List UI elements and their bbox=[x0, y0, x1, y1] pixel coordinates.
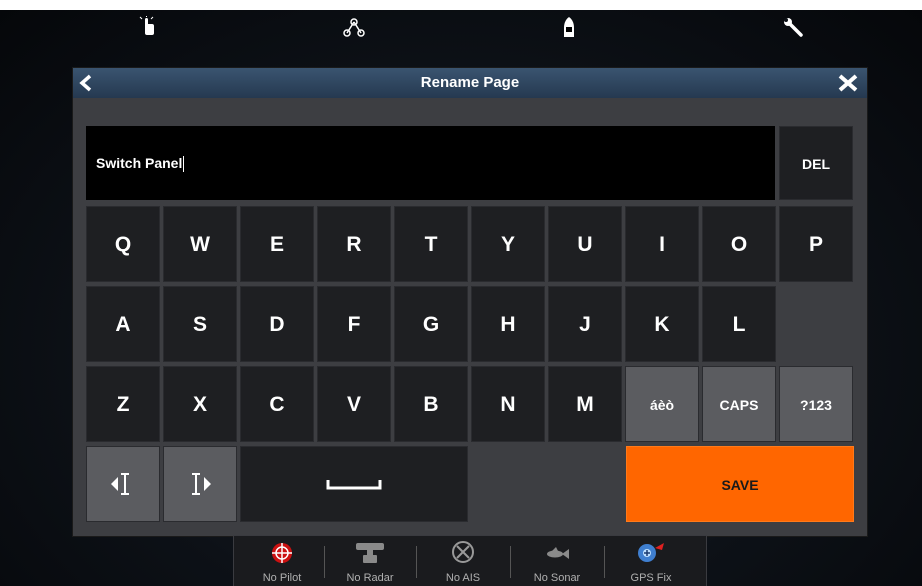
cursor-left-key[interactable] bbox=[86, 446, 160, 522]
dialog-titlebar: Rename Page bbox=[73, 68, 867, 98]
close-icon[interactable] bbox=[837, 73, 859, 93]
back-arrow-icon[interactable] bbox=[77, 73, 97, 93]
key-p[interactable]: P bbox=[779, 206, 853, 282]
key-j[interactable]: J bbox=[548, 286, 622, 362]
dialog-title: Rename Page bbox=[420, 74, 520, 91]
sonar-fish-icon bbox=[547, 547, 569, 559]
rename-page-dialog: Rename Page Switch Panel DEL áèò CAPS ?1… bbox=[72, 67, 868, 537]
caps-key[interactable]: CAPS bbox=[702, 366, 776, 442]
divider bbox=[416, 546, 417, 578]
save-button[interactable]: SAVE bbox=[626, 446, 854, 522]
status-no-sonar[interactable]: No Sonar bbox=[517, 536, 597, 586]
key-s[interactable]: S bbox=[163, 286, 237, 362]
pilot-icon bbox=[272, 543, 292, 563]
ais-icon bbox=[452, 541, 474, 563]
key-r[interactable]: R bbox=[317, 206, 391, 282]
status-label: No Radar bbox=[346, 572, 394, 584]
divider bbox=[324, 546, 325, 578]
space-bar-icon bbox=[326, 480, 382, 490]
divider bbox=[604, 546, 605, 578]
status-no-ais[interactable]: No AIS bbox=[423, 536, 503, 586]
space-key[interactable] bbox=[240, 446, 468, 522]
symbols-key[interactable]: ?123 bbox=[779, 366, 853, 442]
key-x[interactable]: X bbox=[163, 366, 237, 442]
key-l[interactable]: L bbox=[702, 286, 776, 362]
cursor-right-key[interactable] bbox=[163, 446, 237, 522]
status-bar: No Pilot No Radar No AIS No Sonar GPS Fi… bbox=[233, 535, 707, 586]
status-gps-fix[interactable]: GPS Fix bbox=[611, 536, 691, 586]
key-d[interactable]: D bbox=[240, 286, 314, 362]
radar-icon bbox=[356, 543, 384, 563]
key-f[interactable]: F bbox=[317, 286, 391, 362]
waypoint-route-icon[interactable] bbox=[343, 16, 365, 38]
touch-hand-icon[interactable] bbox=[137, 16, 159, 38]
cursor-right-icon bbox=[192, 473, 211, 495]
key-y[interactable]: Y bbox=[471, 206, 545, 282]
key-b[interactable]: B bbox=[394, 366, 468, 442]
page-name-input[interactable]: Switch Panel bbox=[86, 126, 775, 200]
status-label: No Sonar bbox=[533, 572, 581, 584]
status-label: GPS Fix bbox=[630, 572, 672, 584]
cursor-left-icon bbox=[111, 473, 129, 495]
key-o[interactable]: O bbox=[702, 206, 776, 282]
status-no-radar[interactable]: No Radar bbox=[330, 536, 410, 586]
key-t[interactable]: T bbox=[394, 206, 468, 282]
key-z[interactable]: Z bbox=[86, 366, 160, 442]
boat-icon[interactable] bbox=[558, 16, 580, 38]
key-q[interactable]: Q bbox=[86, 206, 160, 282]
key-g[interactable]: G bbox=[394, 286, 468, 362]
key-n[interactable]: N bbox=[471, 366, 545, 442]
delete-key[interactable]: DEL bbox=[779, 126, 853, 200]
text-caret bbox=[183, 156, 185, 173]
status-no-pilot[interactable]: No Pilot bbox=[242, 536, 322, 586]
status-label: No AIS bbox=[445, 572, 481, 584]
key-i[interactable]: I bbox=[625, 206, 699, 282]
key-u[interactable]: U bbox=[548, 206, 622, 282]
key-e[interactable]: E bbox=[240, 206, 314, 282]
key-v[interactable]: V bbox=[317, 366, 391, 442]
key-a[interactable]: A bbox=[86, 286, 160, 362]
input-text: Switch Panel bbox=[96, 155, 183, 171]
key-c[interactable]: C bbox=[240, 366, 314, 442]
gps-satellite-icon bbox=[638, 543, 664, 562]
chartplotter-screen: Rename Page Switch Panel DEL áèò CAPS ?1… bbox=[0, 10, 922, 586]
accents-key[interactable]: áèò bbox=[625, 366, 699, 442]
status-label: No Pilot bbox=[262, 572, 302, 584]
divider bbox=[510, 546, 511, 578]
key-m[interactable]: M bbox=[548, 366, 622, 442]
key-k[interactable]: K bbox=[625, 286, 699, 362]
key-w[interactable]: W bbox=[163, 206, 237, 282]
key-h[interactable]: H bbox=[471, 286, 545, 362]
wrench-icon[interactable] bbox=[782, 16, 804, 38]
